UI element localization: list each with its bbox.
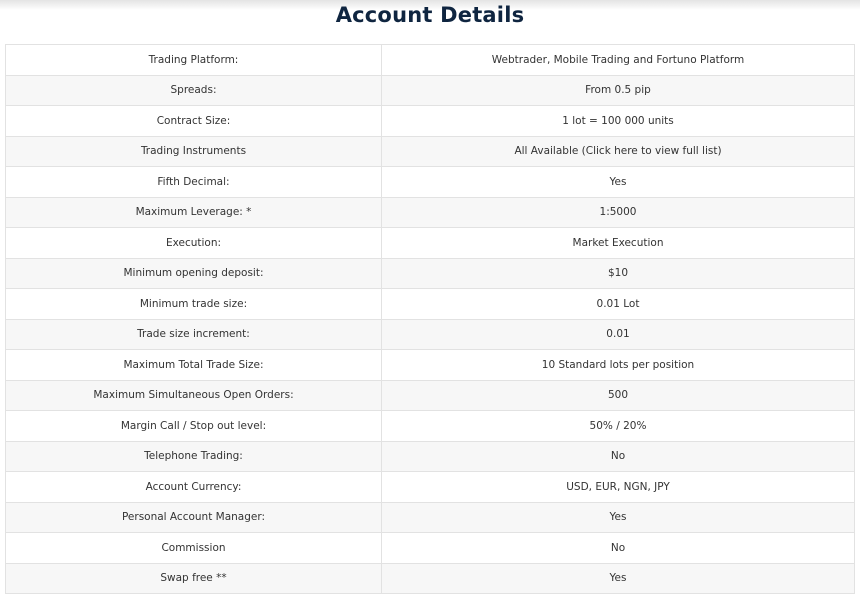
row-label: Commission — [5, 532, 382, 564]
table-row: Account Currency: USD, EUR, NGN, JPY — [5, 471, 855, 503]
page-title: Account Details — [335, 3, 525, 27]
table-row: Commission No — [5, 532, 855, 564]
table-row: Spreads: From 0.5 pip — [5, 74, 855, 106]
row-value: No — [381, 532, 855, 564]
row-label: Margin Call / Stop out level: — [5, 410, 382, 442]
table-row: Swap free ** Yes — [5, 562, 855, 594]
table-row: Minimum opening deposit: $10 — [5, 257, 855, 289]
row-value: Yes — [381, 501, 855, 533]
row-value: No — [381, 440, 855, 472]
row-label: Minimum opening deposit: — [5, 257, 382, 289]
account-details-table: Trading Platform: Webtrader, Mobile Trad… — [5, 44, 855, 594]
table-row: Trading Instruments All Available (Click… — [5, 135, 855, 167]
row-value: 0.01 — [381, 318, 855, 350]
table-row: Telephone Trading: No — [5, 440, 855, 472]
row-value: Webtrader, Mobile Trading and Fortuno Pl… — [381, 44, 855, 76]
row-label: Maximum Total Trade Size: — [5, 349, 382, 381]
row-label: Maximum Leverage: * — [5, 196, 382, 228]
table-row: Maximum Leverage: * 1:5000 — [5, 196, 855, 228]
row-label: Maximum Simultaneous Open Orders: — [5, 379, 382, 411]
table-row: Fifth Decimal: Yes — [5, 166, 855, 198]
row-label: Trading Instruments — [5, 135, 382, 167]
table-row: Trading Platform: Webtrader, Mobile Trad… — [5, 44, 855, 76]
row-value: $10 — [381, 257, 855, 289]
instruments-link[interactable]: All Available (Click here to view full l… — [381, 135, 855, 167]
row-label: Trade size increment: — [5, 318, 382, 350]
row-label: Personal Account Manager: — [5, 501, 382, 533]
row-value: 50% / 20% — [381, 410, 855, 442]
row-value: 1:5000 — [381, 196, 855, 228]
row-label: Account Currency: — [5, 471, 382, 503]
row-label: Contract Size: — [5, 105, 382, 137]
table-row: Margin Call / Stop out level: 50% / 20% — [5, 410, 855, 442]
row-value: Yes — [381, 562, 855, 594]
row-value: 500 — [381, 379, 855, 411]
row-value: 1 lot = 100 000 units — [381, 105, 855, 137]
row-label: Trading Platform: — [5, 44, 382, 76]
table-row: Personal Account Manager: Yes — [5, 501, 855, 533]
row-label: Fifth Decimal: — [5, 166, 382, 198]
table-row: Execution: Market Execution — [5, 227, 855, 259]
row-label: Spreads: — [5, 74, 382, 106]
row-value: From 0.5 pip — [381, 74, 855, 106]
account-details-page: Account Details Trading Platform: Webtra… — [0, 0, 860, 600]
table-row: Contract Size: 1 lot = 100 000 units — [5, 105, 855, 137]
table-row: Trade size increment: 0.01 — [5, 318, 855, 350]
row-label: Telephone Trading: — [5, 440, 382, 472]
row-label: Minimum trade size: — [5, 288, 382, 320]
row-value: 0.01 Lot — [381, 288, 855, 320]
row-value: Market Execution — [381, 227, 855, 259]
row-value: USD, EUR, NGN, JPY — [381, 471, 855, 503]
row-value: 10 Standard lots per position — [381, 349, 855, 381]
row-label: Execution: — [5, 227, 382, 259]
table-row: Minimum trade size: 0.01 Lot — [5, 288, 855, 320]
table-row: Maximum Simultaneous Open Orders: 500 — [5, 379, 855, 411]
row-label: Swap free ** — [5, 562, 382, 594]
row-value: Yes — [381, 166, 855, 198]
table-row: Maximum Total Trade Size: 10 Standard lo… — [5, 349, 855, 381]
